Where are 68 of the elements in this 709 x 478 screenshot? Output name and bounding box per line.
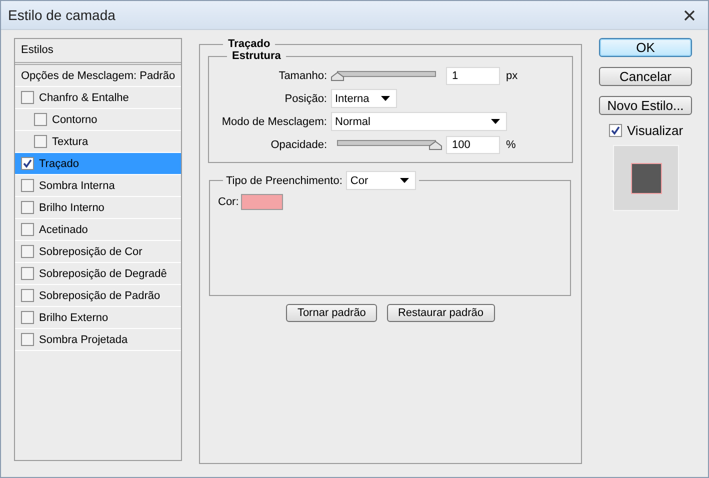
blending-options-item[interactable]: Opções de Mesclagem: Padrão (15, 65, 181, 87)
checkbox[interactable] (21, 201, 34, 214)
field-label: Tipo de Preenchimento: (226, 174, 342, 186)
default-button[interactable]: Restaurar padrão (386, 304, 495, 322)
checkbox[interactable] (21, 333, 34, 346)
size-field[interactable]: 1 (446, 66, 500, 84)
unit-label: % (506, 138, 516, 150)
style-label: Sobreposição de Padrão (39, 290, 160, 302)
style-item[interactable]: Traçado (15, 153, 181, 175)
field-label: Posição: (284, 92, 327, 104)
checkbox[interactable] (21, 91, 34, 104)
styles-header[interactable]: Estilos (15, 39, 181, 65)
opacity-field[interactable]: 100 (446, 136, 500, 154)
checkbox[interactable] (21, 289, 34, 302)
window-title: Estilo de camada (8, 7, 116, 23)
style-item[interactable]: Brilho Interno (15, 197, 181, 219)
field-label: Opacidade: (270, 138, 327, 150)
color-swatch[interactable] (240, 194, 283, 210)
dialog-button[interactable]: OK (599, 38, 692, 57)
caret-icon (381, 96, 390, 101)
style-item[interactable]: Sombra Projetada (15, 329, 181, 351)
group-title: Traçado (227, 38, 272, 50)
style-label: Acetinado (39, 224, 88, 236)
style-item[interactable]: Acetinado (15, 219, 181, 241)
unit-label: px (506, 70, 518, 82)
caret-icon (491, 119, 500, 124)
checkbox[interactable] (34, 113, 47, 126)
checkbox[interactable] (21, 157, 34, 170)
close-icon[interactable] (684, 10, 695, 20)
preview-label: Visualizar (627, 123, 684, 138)
style-label: Traçado (39, 158, 79, 170)
dialog-button[interactable]: Cancelar (599, 67, 692, 86)
checkbox[interactable] (34, 135, 47, 148)
style-item[interactable]: Sobreposição de Cor (15, 241, 181, 263)
checkbox[interactable] (21, 267, 34, 280)
style-label: Sobreposição de Degradê (39, 268, 167, 280)
style-label: Brilho Externo (39, 312, 108, 324)
checkbox[interactable] (21, 311, 34, 324)
checkbox[interactable] (21, 245, 34, 258)
slider-thumb[interactable] (429, 140, 442, 150)
checkbox[interactable] (21, 223, 34, 236)
checkbox[interactable] (21, 179, 34, 192)
style-item[interactable]: Sobreposição de Degradê (15, 263, 181, 285)
field-label: Tamanho: (278, 70, 327, 82)
caret-icon (400, 178, 410, 183)
style-item[interactable]: Brilho Externo (15, 307, 181, 329)
default-button[interactable]: Tornar padrão (286, 304, 377, 322)
dialog-button[interactable]: Novo Estilo... (599, 96, 692, 115)
style-label: Textura (52, 136, 88, 148)
field-label: Modo de Mesclagem: (220, 116, 327, 128)
group-title: Estrutura (231, 50, 282, 62)
field-label: Cor: (218, 196, 239, 208)
style-label: Sombra Projetada (39, 334, 128, 346)
style-item[interactable]: Sombra Interna (15, 175, 181, 197)
style-label: Chanfro & Entalhe (39, 92, 129, 104)
style-label: Sombra Interna (39, 180, 115, 192)
preview-square (630, 162, 662, 194)
style-label: Brilho Interno (39, 202, 104, 214)
slider-thumb[interactable] (331, 72, 344, 80)
style-label: Sobreposição de Cor (39, 246, 142, 258)
style-label: Contorno (52, 114, 98, 126)
checkbox[interactable] (609, 124, 622, 137)
blend-mode-dropdown[interactable]: Normal (331, 112, 507, 131)
position-dropdown[interactable]: Interna (331, 89, 397, 108)
style-item[interactable]: Sobreposição de Padrão (15, 285, 181, 307)
style-item[interactable]: Chanfro & Entalhe (15, 87, 181, 109)
fill-type-dropdown[interactable]: Cor (346, 171, 416, 190)
style-item[interactable]: Contorno (15, 109, 181, 131)
